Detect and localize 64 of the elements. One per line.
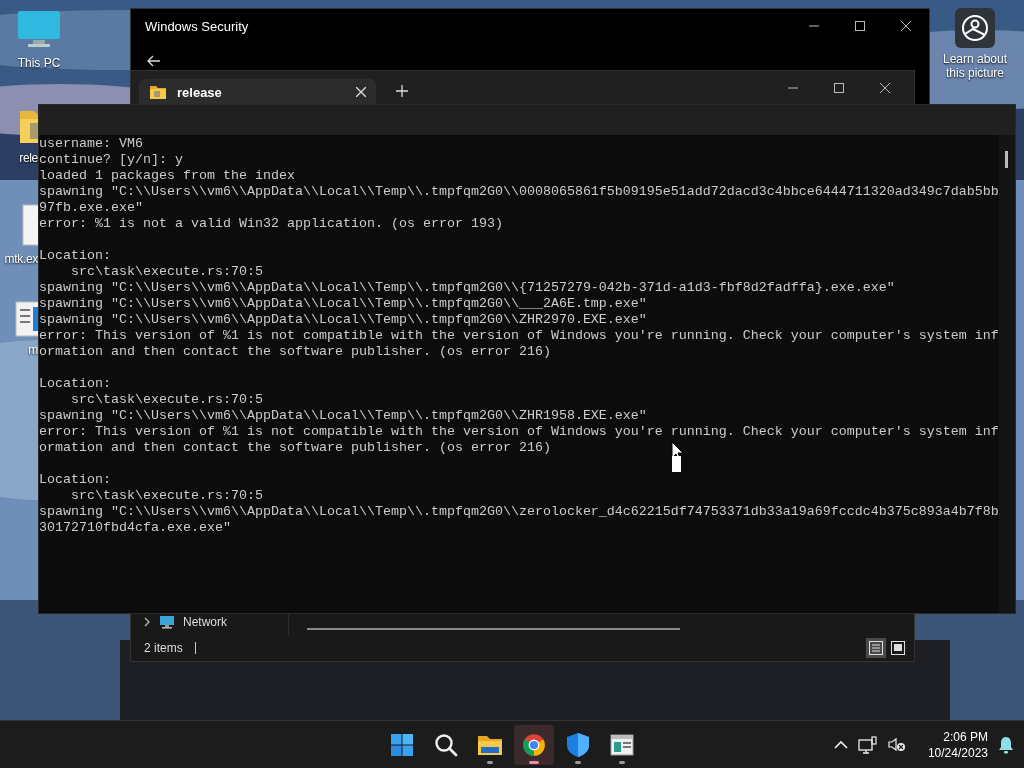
terminal-line: Location:	[39, 376, 112, 392]
network-icon	[159, 615, 175, 629]
terminal-line: Location:	[39, 472, 112, 488]
close-icon	[901, 21, 911, 31]
terminal-line: src\task\execute.rs:70:5	[70, 392, 264, 408]
desktop-icon-label[interactable]: rele	[19, 151, 38, 165]
mouse-pointer-icon	[671, 441, 683, 473]
maximize-icon	[855, 21, 865, 31]
list-view-icon	[869, 641, 883, 655]
terminal-line: error: This version of %1 is not compatible with the version of Windows you're running. Check your computer's system inf	[39, 328, 999, 344]
terminal-line: loaded 1 packages from the index	[39, 168, 296, 184]
document-icon	[15, 301, 38, 337]
back-arrow-icon[interactable]	[147, 55, 161, 67]
item-count: 2 items	[144, 641, 183, 655]
browser-icon	[521, 731, 547, 758]
terminal-line: spawning "C:\\Users\\vm6\\AppData\\Local\\Temp\\.tmpfqm2G0\\0008065861f5b09195e51add72dacd3c4bbce6444711320ad349c7dab5bb	[39, 184, 999, 200]
scrollbar[interactable]	[307, 628, 680, 630]
chevron-right-icon[interactable]	[143, 617, 151, 627]
explorer-tab[interactable]: release	[139, 79, 376, 105]
terminal-line: spawning "C:\\Users\\vm6\\AppData\\Local\\Temp\\.tmpfqm2G0\\ZHR1958.EXE.exe"	[39, 408, 648, 424]
terminal-line: src\task\execute.rs:70:5	[70, 488, 264, 504]
plus-icon	[396, 85, 408, 97]
four-squares-icon	[390, 732, 414, 757]
terminal-line: Location:	[39, 248, 112, 264]
terminal-line: spawning "C:\\Users\\vm6\\AppData\\Local\\Temp\\.tmpfqm2G0\\___2A6E.tmp.exe"	[39, 296, 648, 312]
spotlight-label[interactable]: Learn about this picture	[935, 52, 1015, 80]
folder-icon	[149, 84, 167, 100]
scrollbar-thumb[interactable]	[1005, 151, 1008, 168]
terminal-line: spawning "C:\\Users\\vm6\\AppData\\Local\\Temp\\.tmpfqm2G0\\{71257279-042b-371d-a1d3-fbf8d2fadffa}.exe.exe"	[39, 280, 896, 296]
nav-item[interactable]: Network	[183, 615, 227, 629]
time: 2:06 PM	[943, 728, 988, 745]
terminal-line: continue? [y/n]: y	[39, 152, 184, 168]
terminal-line: src\task\execute.rs:70:5	[70, 264, 264, 280]
chevron-up-icon[interactable]	[833, 739, 848, 750]
terminal-line: 30172710fbd4cfa.exe.exe"	[39, 520, 232, 536]
taskbar-button[interactable]	[514, 724, 554, 765]
shield-icon	[566, 731, 590, 758]
spotlight-button[interactable]	[955, 8, 995, 48]
terminal-line: spawning "C:\\Users\\vm6\\AppData\\Local\\Temp\\.tmpfqm2G0\\ZHR2970.EXE.exe"	[39, 312, 648, 328]
clock[interactable]: 2:06 PM 10/24/2023	[927, 728, 988, 761]
terminal-line: ormation and then contact the software publisher. (os error 216)	[39, 440, 552, 456]
bell-icon[interactable]	[998, 735, 1014, 754]
terminal-line: error: %1 is not a valid Win32 application. (os error 193)	[39, 216, 504, 232]
search-icon	[434, 732, 458, 757]
speaker-muted-icon[interactable]	[887, 736, 906, 753]
terminal-line: error: This version of %1 is not compatible with the version of Windows you're running. Check your computer's system inf	[39, 424, 999, 440]
terminal-line: username: VM6	[39, 136, 144, 152]
preview-view-icon	[891, 641, 905, 655]
scrollbar[interactable]	[999, 135, 1015, 613]
window-title: Windows Security	[145, 18, 250, 34]
close-icon[interactable]	[356, 87, 366, 97]
terminal-line: spawning "C:\\Users\\vm6\\AppData\\Local\\Temp\\.tmpfqm2G0\\zerolocker_d4c62215df74753371db33a19a69fccdc4b375c893a4b7f8b	[39, 504, 999, 520]
landscape-circle-icon	[961, 14, 989, 42]
close-icon	[880, 83, 890, 93]
view-button[interactable]	[888, 638, 908, 658]
view-button[interactable]	[866, 638, 886, 658]
desktop-icon-label[interactable]: This PC	[17, 56, 61, 70]
maximize-icon	[834, 83, 844, 93]
network-icon[interactable]	[857, 735, 878, 754]
terminal-line: ormation and then contact the software publisher. (os error 216)	[39, 344, 552, 360]
terminal-line: 97fb.exe.exe"	[39, 200, 144, 216]
monitor-icon	[17, 10, 61, 50]
window-icon	[610, 733, 634, 756]
date: 10/24/2023	[927, 744, 988, 761]
